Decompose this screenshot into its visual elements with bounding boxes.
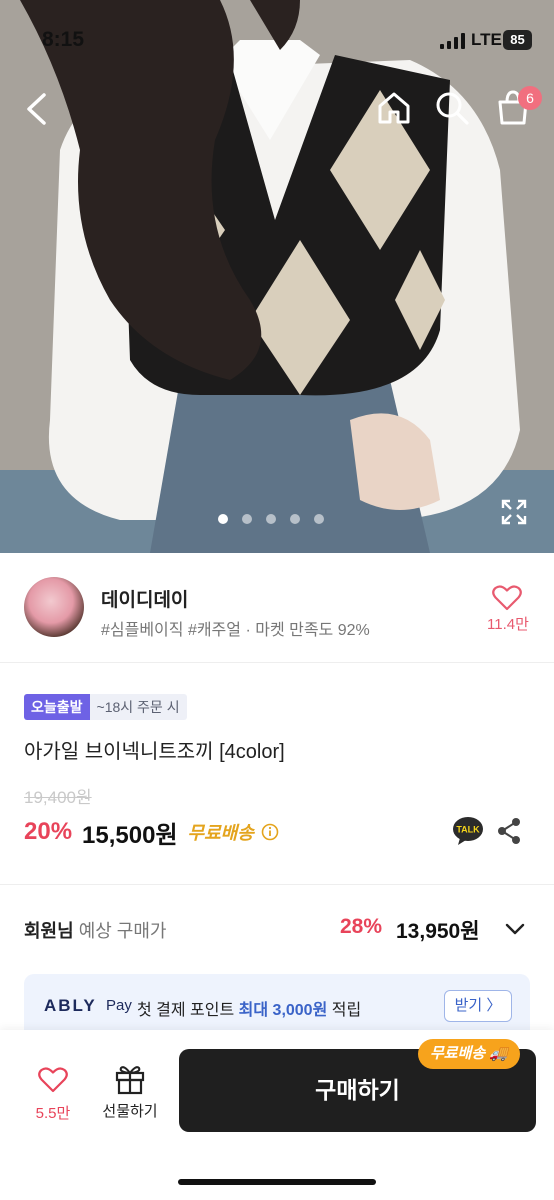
section-divider [0,884,554,885]
cart-count-badge: 6 [518,86,542,110]
seller-avatar[interactable] [24,577,84,637]
status-bar: 8:15 LTE 85 [0,0,554,80]
ably-logo: ABLY [44,996,97,1015]
member-price-label: 회원님 예상 구매가 [24,917,167,943]
today-delivery-badge: 오늘출발 [24,694,90,720]
sale-price: 15,500원 [82,821,178,849]
heart-icon[interactable] [38,1067,68,1093]
seller-like-count: 11.4만 [487,616,529,633]
price-row: 20% 15,500원 무료배송 [24,814,279,850]
expand-icon[interactable] [500,498,528,526]
get-point-button[interactable]: 받기 〉 [444,990,512,1022]
ably-text-highlight: 최대 3,000원 [238,1002,328,1019]
free-shipping-label: 무료배송 [187,823,254,843]
back-icon[interactable] [22,92,52,126]
ably-pay-text: 첫 결제 포인트 최대 3,000원 적립 [137,996,361,1020]
home-indicator [178,1179,376,1185]
battery-icon: 85 [503,30,532,50]
member-price: 13,950원 [396,920,480,943]
kakao-talk-icon[interactable]: TALK [452,816,484,846]
member-label-bold: 회원님 [24,921,74,941]
chevron-down-icon[interactable] [504,920,526,938]
ably-pay-label: Pay [106,997,132,1014]
original-price: 19,400원 [24,788,92,807]
order-deadline-badge: ~18시 주문 시 [89,694,187,720]
carousel-dot[interactable] [266,514,276,524]
member-discount: 28% [340,915,383,938]
svg-text:TALK: TALK [456,825,480,835]
like-count: 5.5만 [35,1105,71,1122]
member-label-rest: 예상 구매가 [73,921,167,941]
carousel-dot[interactable] [242,514,252,524]
seller-tags: #심플베이직 #캐주얼 · 마켓 만족도 92% [101,622,370,639]
status-time: 8:15 [42,28,85,51]
gift-icon[interactable] [114,1063,146,1095]
delivery-badges: 오늘출발 ~18시 주문 시 [24,694,187,720]
carousel-dot[interactable] [218,514,228,524]
free-shipping-badge: 무료배송 🚚 [418,1039,521,1069]
member-price-row[interactable]: 회원님 예상 구매가 28% 13,950원 [24,914,530,946]
home-icon[interactable] [376,90,412,126]
info-icon[interactable] [261,823,279,841]
seller-section[interactable]: 데이디데이 #심플베이직 #캐주얼 · 마켓 만족도 92% 11.4만 [0,553,554,663]
free-shipping-badge-label: 무료배송 [430,1045,486,1062]
truck-icon: 🚚 [489,1045,509,1062]
discount-rate: 20% [24,818,73,845]
search-icon[interactable] [434,90,470,126]
product-title: 아가일 브이넥니트조끼 [4color] [24,741,285,763]
ably-pay-banner[interactable]: ABLY Pay 첫 결제 포인트 최대 3,000원 적립 받기 〉 [24,974,530,1034]
seller-name[interactable]: 데이디데이 [101,585,188,612]
ably-text-post: 적립 [327,1002,362,1019]
share-icon[interactable] [496,817,522,845]
product-image-carousel[interactable]: 8:15 LTE 85 6 [0,0,554,553]
signal-icon [440,33,465,49]
carousel-dot[interactable] [290,514,300,524]
bottom-action-bar: 5.5만 선물하기 구매하기 무료배송 🚚 [0,1030,554,1200]
carousel-indicator [218,514,324,524]
ably-text-pre: 첫 결제 포인트 [137,1002,239,1019]
product-photo [0,0,554,553]
heart-icon[interactable] [492,585,522,611]
gift-label[interactable]: 선물하기 [98,1100,162,1121]
carousel-dot[interactable] [314,514,324,524]
network-type: LTE [471,30,502,49]
